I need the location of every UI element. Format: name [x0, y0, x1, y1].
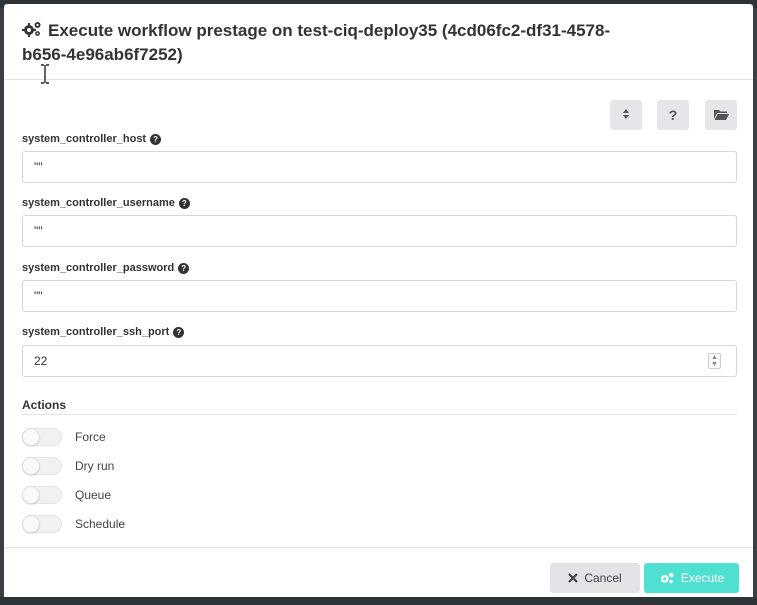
cancel-button[interactable]: Cancel: [550, 563, 640, 593]
number-spinner[interactable]: ▲ ▼: [708, 353, 721, 369]
close-icon: [568, 573, 579, 583]
question-circle-icon[interactable]: ?: [150, 133, 162, 145]
toggle-knob: [22, 428, 40, 446]
toggle-label: Schedule: [75, 517, 126, 531]
system-controller-username-input[interactable]: [22, 215, 737, 247]
field-label-text: system_controller_username: [22, 197, 175, 209]
field-label-ssh-port: system_controller_ssh_port ?: [22, 326, 185, 338]
queue-toggle[interactable]: [22, 486, 62, 504]
folder-open-icon: [713, 107, 729, 123]
toggle-row-queue: Queue: [22, 485, 111, 505]
execute-button[interactable]: Execute: [644, 563, 739, 593]
actions-heading: Actions: [22, 398, 67, 412]
sort-toggle-button[interactable]: [610, 100, 642, 130]
cancel-label: Cancel: [584, 571, 622, 585]
field-label-username: system_controller_username ?: [22, 197, 190, 209]
dialog-body: ? system_controller_host ? system_contro…: [4, 81, 753, 547]
execute-workflow-dialog: Execute workflow prestage on test-ciq-de…: [4, 4, 753, 601]
dry-run-toggle[interactable]: [22, 457, 62, 475]
toggle-row-dry-run: Dry run: [22, 456, 114, 476]
toggle-knob: [22, 515, 40, 533]
field-label-password: system_controller_password ?: [22, 262, 190, 274]
force-toggle[interactable]: [22, 428, 62, 446]
schedule-toggle[interactable]: [22, 515, 62, 533]
question-circle-icon[interactable]: ?: [178, 262, 190, 274]
dialog-title: Execute workflow prestage on test-ciq-de…: [22, 20, 642, 66]
backdrop-bottom: [0, 597, 757, 605]
toggle-knob: [22, 486, 40, 504]
actions-divider: [22, 414, 737, 415]
dialog-header: Execute workflow prestage on test-ciq-de…: [4, 4, 753, 84]
system-controller-host-input[interactable]: [22, 151, 737, 183]
cogs-icon: [22, 21, 42, 44]
open-folder-button[interactable]: [705, 100, 737, 130]
toggle-label: Queue: [75, 488, 112, 502]
toggle-knob: [22, 457, 40, 475]
system-controller-ssh-port-input[interactable]: [22, 345, 737, 377]
execute-label: Execute: [680, 571, 725, 585]
toggle-label: Force: [75, 430, 106, 444]
question-circle-icon[interactable]: ?: [178, 197, 190, 209]
toggle-label: Dry run: [75, 459, 115, 473]
dialog-footer: Cancel Execute: [4, 547, 753, 601]
cogs-icon: [659, 572, 675, 585]
help-button[interactable]: ?: [657, 100, 689, 130]
toggle-row-schedule: Schedule: [22, 514, 125, 534]
field-label-host: system_controller_host ?: [22, 133, 162, 145]
field-label-text: system_controller_password: [22, 262, 175, 274]
dialog-title-text: Execute workflow prestage on test-ciq-de…: [22, 21, 611, 64]
toggle-row-force: Force: [22, 427, 106, 447]
question-circle-icon[interactable]: ?: [173, 326, 185, 338]
field-label-text: system_controller_host: [22, 133, 147, 145]
field-label-text: system_controller_ssh_port: [22, 326, 170, 338]
sort-icon: [622, 107, 630, 123]
system-controller-password-input[interactable]: [22, 280, 737, 312]
